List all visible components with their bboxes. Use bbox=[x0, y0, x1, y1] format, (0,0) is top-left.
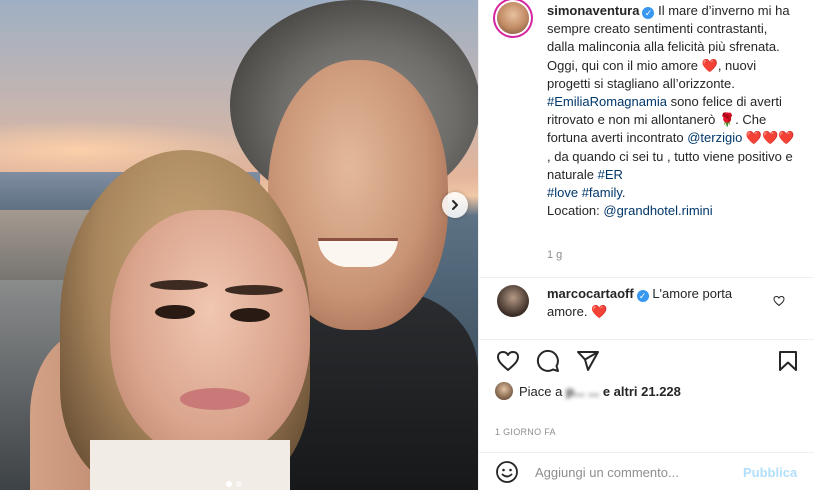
verified-badge-icon: ✓ bbox=[636, 290, 649, 302]
likes-prefix: Piace a bbox=[519, 384, 566, 399]
divider bbox=[479, 339, 814, 340]
woman-shirt bbox=[90, 440, 290, 490]
author-username[interactable]: simonaventura bbox=[547, 3, 639, 18]
heart-outline-icon bbox=[773, 295, 785, 307]
hearts-emoji: ❤️❤️❤️ bbox=[742, 130, 795, 146]
woman-face bbox=[110, 210, 310, 460]
author-avatar[interactable] bbox=[497, 2, 529, 34]
woman-brow-right bbox=[225, 285, 283, 295]
comment-button[interactable] bbox=[535, 348, 561, 374]
heart-outline-icon bbox=[497, 351, 519, 371]
like-button[interactable] bbox=[495, 348, 521, 374]
hashtag-link[interactable]: #love bbox=[547, 185, 578, 200]
caption-area: simonaventura ✓ Il mare d’inverno mi ha s… bbox=[479, 0, 814, 277]
liker-username-blurred[interactable]: p... ... bbox=[566, 384, 599, 399]
add-comment-bar: Pubblica bbox=[479, 452, 814, 490]
location-link[interactable]: @grandhotel.rimini bbox=[603, 203, 712, 218]
share-button[interactable] bbox=[575, 348, 601, 374]
commenter-avatar[interactable] bbox=[497, 285, 529, 317]
emoji-button[interactable] bbox=[495, 460, 519, 484]
liker-avatar[interactable] bbox=[495, 382, 513, 400]
post-caption: simonaventura ✓ Il mare d’inverno mi ha s… bbox=[547, 2, 795, 220]
publish-button[interactable]: Pubblica bbox=[743, 465, 797, 480]
woman-lips bbox=[180, 388, 250, 410]
hashtag-link[interactable]: #ER bbox=[598, 167, 623, 182]
paper-plane-icon bbox=[577, 351, 599, 371]
carousel-next-button[interactable] bbox=[442, 192, 468, 218]
commenter-username[interactable]: marcocartaoff bbox=[547, 286, 634, 301]
heart-emoji: ❤️ bbox=[701, 57, 718, 73]
speech-bubble-icon bbox=[536, 349, 559, 372]
likes-count[interactable]: e altri 21.228 bbox=[599, 384, 681, 399]
woman-eye-left bbox=[155, 305, 195, 319]
caption-text: , da quando ci sei tu , tutto viene posi… bbox=[547, 148, 793, 182]
smiley-icon bbox=[496, 461, 518, 483]
chevron-right-icon bbox=[452, 200, 458, 210]
likes-summary[interactable]: Piace a p... ... e altri 21.228 bbox=[495, 382, 805, 400]
comment: marcocartaoff ✓ L'amore porta amore. ❤️ bbox=[547, 285, 767, 321]
post-photo[interactable] bbox=[0, 0, 478, 490]
verified-badge-icon: ✓ bbox=[642, 7, 655, 19]
caption-text: . bbox=[621, 185, 626, 201]
divider bbox=[479, 277, 814, 278]
carousel-dots bbox=[226, 481, 242, 487]
hashtag-link[interactable]: #EmiliaRomagnamia bbox=[547, 94, 667, 109]
caption-time[interactable]: 1 g bbox=[547, 249, 562, 261]
carousel-dot-active bbox=[226, 481, 232, 487]
post-side-panel: simonaventura ✓ Il mare d’inverno mi ha s… bbox=[478, 0, 814, 490]
rose-emoji: 🌹 bbox=[718, 112, 736, 128]
carousel-dot bbox=[236, 481, 242, 487]
comment-input[interactable] bbox=[535, 462, 735, 482]
hashtag-link[interactable]: #family bbox=[582, 185, 622, 200]
location-label: Location: bbox=[547, 203, 604, 219]
woman-eye-right bbox=[230, 308, 270, 322]
comment-like-button[interactable] bbox=[773, 295, 785, 310]
woman-brow-left bbox=[150, 280, 208, 290]
mention-link[interactable]: @terzigio bbox=[687, 130, 742, 145]
action-bar bbox=[495, 348, 801, 374]
save-button[interactable] bbox=[775, 348, 801, 374]
heart-emoji: ❤️ bbox=[591, 304, 608, 319]
bookmark-icon bbox=[779, 351, 797, 371]
post-date[interactable]: 1 GIORNO FA bbox=[495, 427, 556, 437]
